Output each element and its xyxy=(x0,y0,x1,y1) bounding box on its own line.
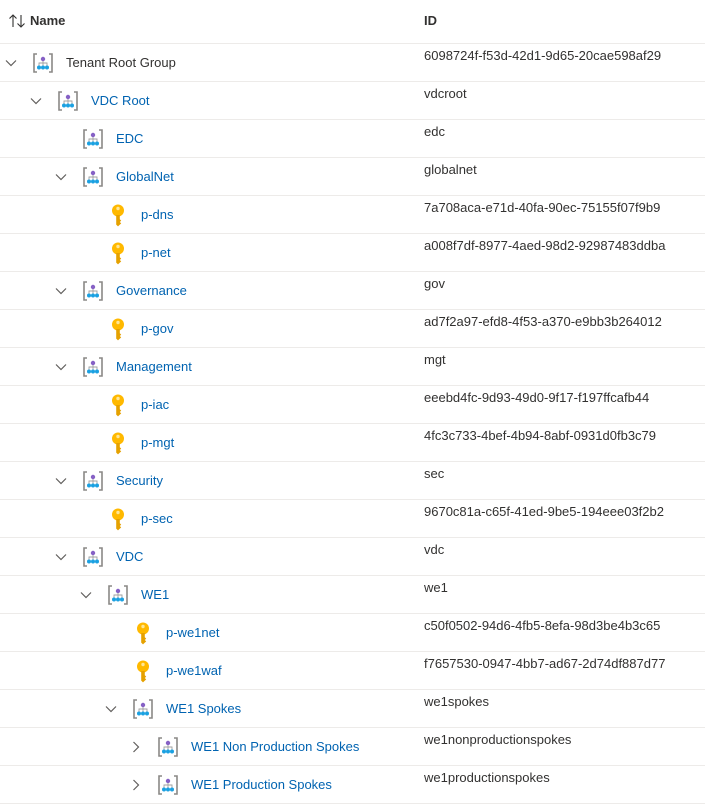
key-icon xyxy=(106,203,130,227)
row-id: sec xyxy=(424,466,445,481)
management-group-icon xyxy=(81,545,105,569)
table-row[interactable]: Governance gov xyxy=(0,272,705,310)
row-id: a008f7df-8977-4aed-98d2-92987483ddba xyxy=(424,238,666,253)
row-id: 7a708aca-e71d-40fa-90ec-75155f07f9b9 xyxy=(424,200,661,215)
row-name-link[interactable]: p-dns xyxy=(141,207,174,223)
row-id: 6098724f-f53d-42d1-9d65-20cae598af29 xyxy=(424,48,662,63)
table-row[interactable]: p-we1waf f7657530-0947-4bb7-ad67-2d74df8… xyxy=(0,652,705,690)
row-id: c50f0502-94d6-4fb5-8efa-98d3be4b3c65 xyxy=(424,618,661,633)
row-name-link[interactable]: WE1 xyxy=(141,587,169,603)
chevron-down-icon[interactable] xyxy=(54,284,68,298)
row-id: gov xyxy=(424,276,445,291)
chevron-down-icon[interactable] xyxy=(54,550,68,564)
row-id: globalnet xyxy=(424,162,477,177)
management-group-icon xyxy=(81,127,105,151)
row-id: eeebd4fc-9d93-49d0-9f17-f197ffcafb44 xyxy=(424,390,650,405)
row-id: we1 xyxy=(424,580,448,595)
row-name-link[interactable]: p-we1net xyxy=(166,625,219,641)
row-name-link[interactable]: WE1 Spokes xyxy=(166,701,241,717)
row-id: we1spokes xyxy=(424,694,490,709)
chevron-down-icon[interactable] xyxy=(54,360,68,374)
grid-header: Name ID xyxy=(0,0,705,44)
key-icon xyxy=(106,317,130,341)
chevron-down-icon[interactable] xyxy=(54,474,68,488)
row-name-link[interactable]: Management xyxy=(116,359,192,375)
row-name-link[interactable]: p-we1waf xyxy=(166,663,222,679)
row-id: we1nonproductionspokes xyxy=(424,732,572,747)
management-group-icon xyxy=(56,89,80,113)
table-row[interactable]: WE1 Production Spokes we1productionspoke… xyxy=(0,766,705,804)
row-id: vdc xyxy=(424,542,445,557)
management-group-icon xyxy=(81,469,105,493)
row-name-link[interactable]: p-net xyxy=(141,245,171,261)
row-id: edc xyxy=(424,124,445,139)
table-row[interactable]: WE1 we1 xyxy=(0,576,705,614)
management-groups-grid: Name ID Tenant Root Group 6098724f-f53d-… xyxy=(0,0,705,804)
chevron-right-icon[interactable] xyxy=(129,778,143,792)
name-column-label: Name xyxy=(30,13,66,28)
row-name-link[interactable]: Security xyxy=(116,473,163,489)
key-icon xyxy=(106,393,130,417)
management-group-icon xyxy=(106,583,130,607)
row-id: f7657530-0947-4bb7-ad67-2d74df887d77 xyxy=(424,656,666,671)
key-icon xyxy=(106,241,130,265)
table-row[interactable]: p-iac eeebd4fc-9d93-49d0-9f17-f197ffcafb… xyxy=(0,386,705,424)
table-row[interactable]: EDC edc xyxy=(0,120,705,158)
management-group-icon xyxy=(131,697,155,721)
row-name: Tenant Root Group xyxy=(66,55,176,70)
table-row[interactable]: Management mgt xyxy=(0,348,705,386)
key-icon xyxy=(106,431,130,455)
chevron-right-icon[interactable] xyxy=(129,740,143,754)
row-name-link[interactable]: VDC xyxy=(116,549,143,565)
row-name-link[interactable]: p-sec xyxy=(141,511,173,527)
sort-icon[interactable] xyxy=(8,13,28,29)
row-name-link[interactable]: GlobalNet xyxy=(116,169,174,185)
chevron-down-icon[interactable] xyxy=(104,702,118,716)
chevron-down-icon[interactable] xyxy=(54,170,68,184)
table-row[interactable]: GlobalNet globalnet xyxy=(0,158,705,196)
table-row[interactable]: WE1 Spokes we1spokes xyxy=(0,690,705,728)
key-icon xyxy=(131,659,155,683)
row-name-link[interactable]: p-gov xyxy=(141,321,174,337)
key-icon xyxy=(106,507,130,531)
table-row[interactable]: Security sec xyxy=(0,462,705,500)
chevron-down-icon[interactable] xyxy=(29,94,43,108)
row-name-link[interactable]: p-iac xyxy=(141,397,169,413)
table-row[interactable]: VDC vdc xyxy=(0,538,705,576)
management-group-icon xyxy=(81,165,105,189)
table-row[interactable]: p-mgt 4fc3c733-4bef-4b94-8abf-0931d0fb3c… xyxy=(0,424,705,462)
row-id: we1productionspokes xyxy=(424,770,550,785)
management-group-icon xyxy=(156,735,180,759)
management-group-icon xyxy=(156,773,180,797)
row-id: 9670c81a-c65f-41ed-9be5-194eee03f2b2 xyxy=(424,504,664,519)
management-group-icon xyxy=(31,51,55,75)
chevron-down-icon[interactable] xyxy=(4,56,18,70)
name-column-header[interactable]: Name xyxy=(8,13,65,29)
row-name-link[interactable]: EDC xyxy=(116,131,143,147)
row-id: 4fc3c733-4bef-4b94-8abf-0931d0fb3c79 xyxy=(424,428,657,443)
table-row[interactable]: p-sec 9670c81a-c65f-41ed-9be5-194eee03f2… xyxy=(0,500,705,538)
table-row[interactable]: VDC Root vdcroot xyxy=(0,82,705,120)
management-group-icon xyxy=(81,355,105,379)
id-column-header[interactable]: ID xyxy=(424,13,437,29)
table-row[interactable]: p-net a008f7df-8977-4aed-98d2-92987483dd… xyxy=(0,234,705,272)
row-name-link[interactable]: Governance xyxy=(116,283,187,299)
table-row[interactable]: p-we1net c50f0502-94d6-4fb5-8efa-98d3be4… xyxy=(0,614,705,652)
row-name-link[interactable]: p-mgt xyxy=(141,435,174,451)
key-icon xyxy=(131,621,155,645)
chevron-down-icon[interactable] xyxy=(79,588,93,602)
management-group-icon xyxy=(81,279,105,303)
row-id: ad7f2a97-efd8-4f53-a370-e9bb3b264012 xyxy=(424,314,662,329)
table-row[interactable]: Tenant Root Group 6098724f-f53d-42d1-9d6… xyxy=(0,44,705,82)
table-row[interactable]: p-gov ad7f2a97-efd8-4f53-a370-e9bb3b2640… xyxy=(0,310,705,348)
row-name-link[interactable]: WE1 Production Spokes xyxy=(191,777,332,793)
row-id: vdcroot xyxy=(424,86,467,101)
table-row[interactable]: p-dns 7a708aca-e71d-40fa-90ec-75155f07f9… xyxy=(0,196,705,234)
table-row[interactable]: WE1 Non Production Spokes we1nonproducti… xyxy=(0,728,705,766)
row-name-link[interactable]: WE1 Non Production Spokes xyxy=(191,739,359,755)
row-id: mgt xyxy=(424,352,446,367)
row-name-link[interactable]: VDC Root xyxy=(91,93,150,109)
